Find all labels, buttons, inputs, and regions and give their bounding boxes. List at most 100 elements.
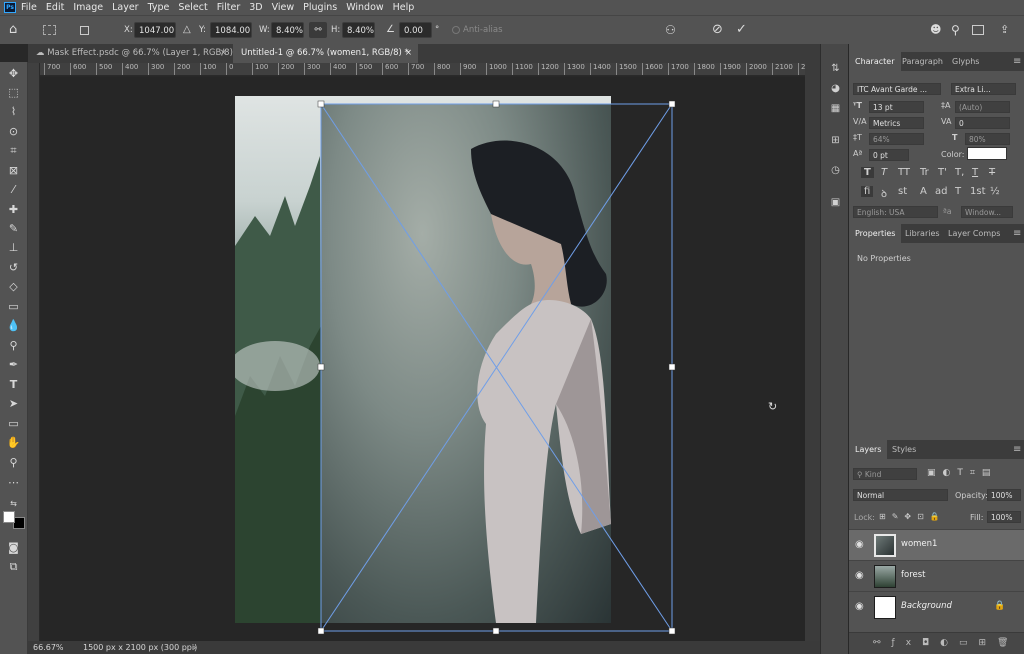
menu-select[interactable]: Select [178,2,207,13]
height-field[interactable]: 8.40% [342,22,375,38]
style-button-small-caps[interactable]: Tr [920,167,929,178]
history-panel-icon[interactable]: ⇅ [828,62,843,76]
baseline-shift-field[interactable]: 0 pt [869,149,909,161]
font-size-field[interactable]: 13 pt [869,101,924,113]
blend-mode-select[interactable]: Normal [853,489,948,501]
tab-paragraph[interactable]: Paragraph [896,52,949,71]
hand-tool-icon[interactable]: ✋ [5,435,22,451]
tab-mask-effect[interactable]: ☁ Mask Effect.psdc @ 66.7% (Layer 1, RGB… [28,44,233,63]
blur-tool-icon[interactable]: 💧 [5,318,22,334]
path-selection-tool-icon[interactable]: ➤ [5,396,22,412]
visibility-eye-icon[interactable]: ◉ [855,539,867,551]
width-field[interactable]: 8.40% [271,22,304,38]
layer-name[interactable]: Background [901,601,952,611]
vertical-scrollbar[interactable] [805,63,820,641]
panel-menu-icon[interactable]: ≡ [1007,224,1024,243]
style-button-all-caps[interactable]: TT [898,167,910,178]
layer-filter-select[interactable]: ⚲ Kind [853,468,917,480]
layer-row-background[interactable]: ◉ Background 🔒 [849,591,1024,622]
tracking-field[interactable]: 0 [955,117,1010,129]
eraser-tool-icon[interactable]: ◇ [5,279,22,295]
quick-select-tool-icon[interactable]: ⊙ [5,124,22,140]
vertical-scale-field[interactable]: 64% [869,133,924,145]
menu-type[interactable]: Type [148,2,170,13]
font-family-select[interactable]: ITC Avant Garde ... [853,83,941,95]
close-icon[interactable]: × [405,44,412,63]
kerning-field[interactable]: Metrics [869,117,924,129]
opentype-swash[interactable]: A [920,186,927,197]
eyedropper-tool-icon[interactable]: ⁄ [5,182,22,198]
style-button-underline[interactable]: T [972,167,978,178]
actions-panel-icon[interactable]: ◷ [828,164,843,178]
healing-brush-tool-icon[interactable]: ✚ [5,202,22,218]
frame-tool-icon[interactable]: ⊠ [5,163,22,179]
move-tool-icon[interactable]: ✥ [5,66,22,82]
upload-icon[interactable]: ⇪ [1000,22,1009,38]
tab-character[interactable]: Character [849,52,901,71]
menu-3d[interactable]: 3D [249,2,262,13]
foreground-color-swatch[interactable] [3,511,15,523]
more-tools-icon[interactable]: ⋯ [5,475,22,491]
reference-point-icon[interactable] [80,26,89,35]
tab-styles[interactable]: Styles [886,440,922,459]
menu-layer[interactable]: Layer [112,2,139,13]
style-button-subscript[interactable]: T, [955,167,964,178]
type-tool-icon[interactable]: T [5,377,22,393]
zoom-level[interactable]: 66.67% [33,641,64,654]
visibility-eye-icon[interactable]: ◉ [855,601,867,613]
status-menu-arrow[interactable]: › [193,641,196,654]
pen-tool-icon[interactable]: ✒ [5,357,22,373]
workspace-icon[interactable] [972,25,984,35]
opentype-stylistic-alternates[interactable]: st [898,186,907,197]
layer-name[interactable]: forest [901,570,926,580]
horizontal-scale-field[interactable]: 80% [965,133,1010,145]
layer-name[interactable]: women1 [901,539,937,549]
menu-help[interactable]: Help [393,2,415,13]
transform-mode-icon[interactable] [43,25,56,35]
tab-glyphs[interactable]: Glyphs [946,52,985,71]
menu-edit[interactable]: Edit [46,2,64,13]
angle-field[interactable]: 0.00 [399,22,432,38]
style-button-faux-bold[interactable]: T [861,167,874,178]
share-icon[interactable]: ☻ [930,22,941,38]
crop-tool-icon[interactable]: ⌗ [5,143,22,159]
layer-row-forest[interactable]: ◉ forest [849,560,1024,591]
link-icon[interactable]: ⚯ [309,22,327,38]
tab-layer-comps[interactable]: Layer Comps [942,224,1006,243]
libraries-panel-icon[interactable]: ▣ [828,196,843,210]
cancel-transform-icon[interactable]: ⊘ [712,22,723,38]
color-panel-icon[interactable]: ◕ [828,82,843,96]
y-position-field[interactable]: 1084.00 p [210,22,252,52]
antialias-checkbox[interactable] [452,26,460,34]
quick-mask-icon[interactable]: ◙ [5,540,22,556]
opentype-contextual[interactable]: T [955,186,961,197]
clone-stamp-tool-icon[interactable]: ⊥ [5,240,22,256]
lasso-tool-icon[interactable]: ⌇ [5,104,22,120]
text-color-swatch[interactable] [967,147,1007,160]
menu-image[interactable]: Image [73,2,103,13]
search-icon[interactable]: ⚲ [951,22,960,38]
zoom-tool-icon[interactable]: ⚲ [5,455,22,471]
close-icon[interactable]: × [220,44,227,63]
tab-libraries[interactable]: Libraries [899,224,946,243]
relative-position-icon[interactable]: △ [183,22,191,38]
home-icon[interactable]: ⌂ [9,22,17,38]
rectangle-tool-icon[interactable]: ▭ [5,416,22,432]
screen-mode-icon[interactable]: ⧉ [5,559,22,575]
lock-icons[interactable]: ⊞✎✥⊡🔒 [879,512,946,521]
adjustments-panel-icon[interactable]: ⊞ [828,134,843,148]
menu-filter[interactable]: Filter [217,2,241,13]
tab-properties[interactable]: Properties [849,224,902,243]
opentype-ordinals[interactable]: 1st [970,186,986,197]
layer-filter-icons[interactable]: ▣◐T⌗▤ [927,468,997,478]
menu-plugins[interactable]: Plugins [303,2,337,13]
x-position-field[interactable]: 1047.00 p [134,22,176,52]
gradient-tool-icon[interactable]: ▭ [5,299,22,315]
canvas-area[interactable]: ↻ [40,77,805,641]
opentype-titling[interactable]: ad [935,186,947,197]
warp-icon[interactable]: ⚇ [665,22,676,38]
swap-colors-icon[interactable]: ⇆ [5,496,22,512]
panel-menu-icon[interactable]: ≡ [1007,440,1024,459]
fill-field[interactable]: 100% [987,511,1021,523]
layer-row-women1[interactable]: ◉ women1 [849,529,1024,560]
